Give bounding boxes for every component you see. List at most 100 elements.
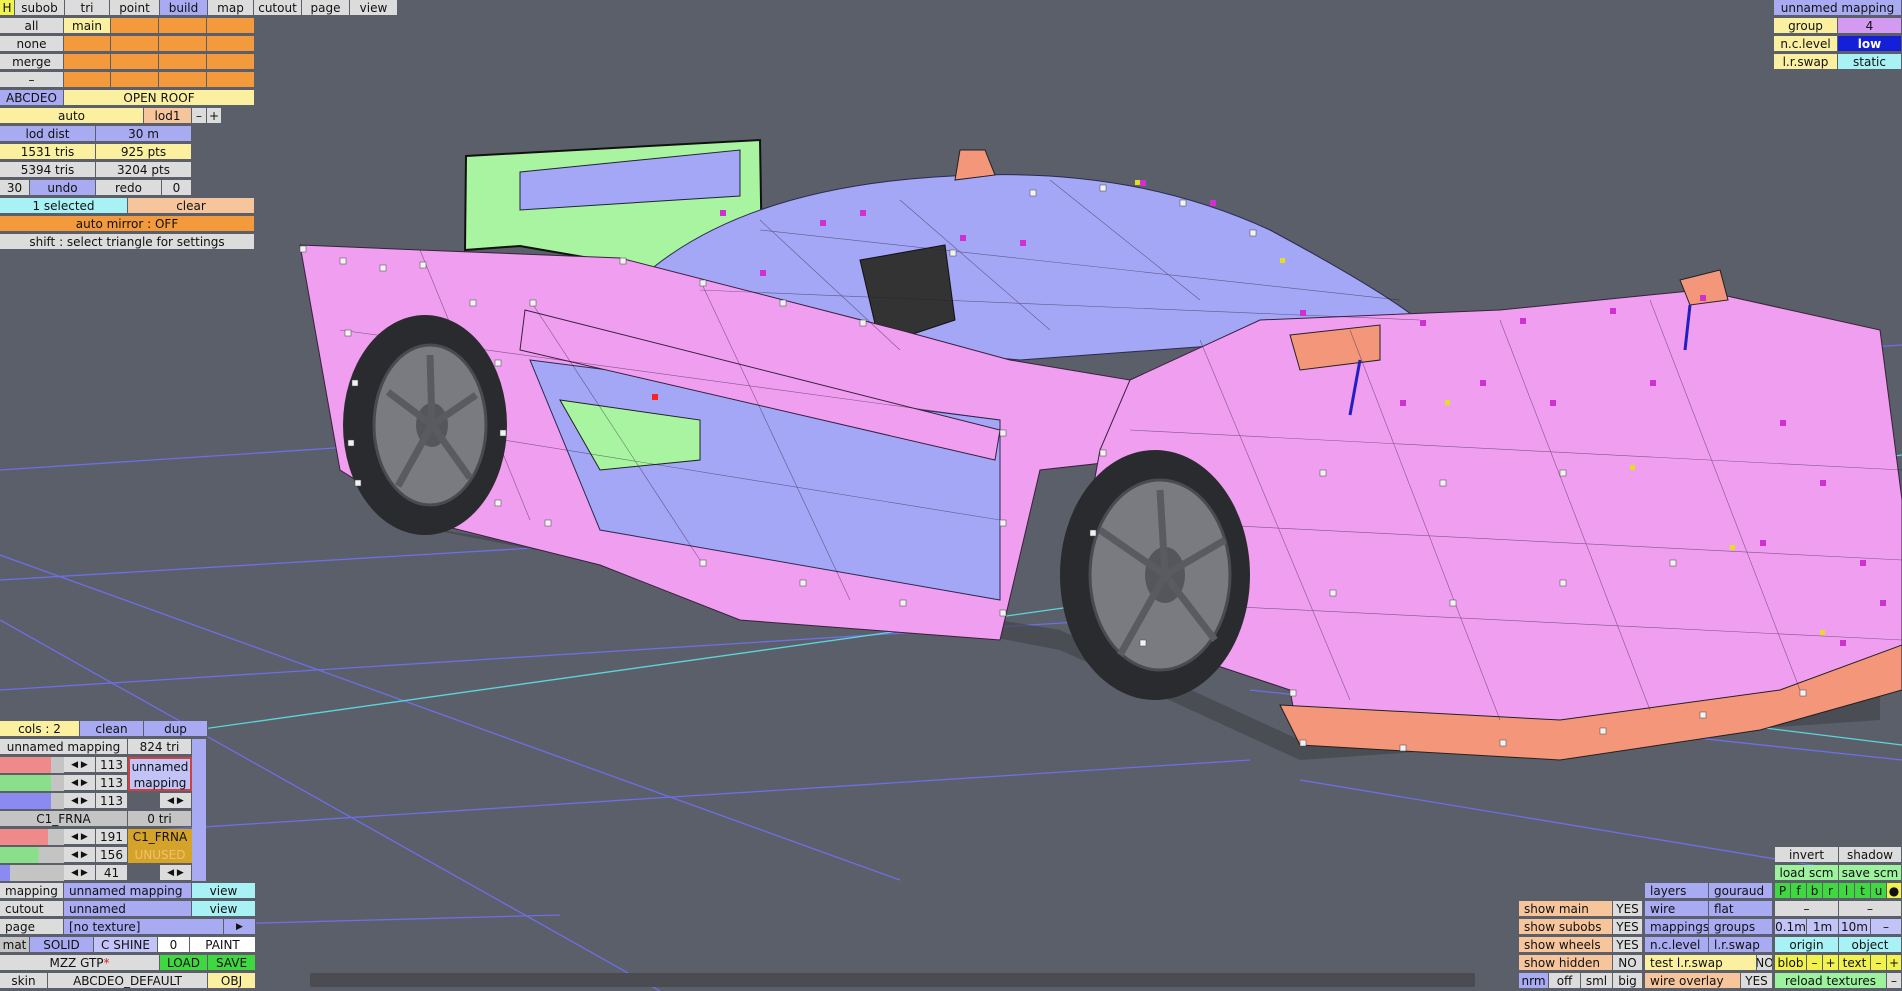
select-all-button[interactable]: all [0, 18, 64, 34]
layer-slot-7[interactable] [207, 36, 255, 52]
dist-1m-button[interactable]: 1m [1807, 919, 1839, 935]
layer-slot-12[interactable] [64, 72, 111, 88]
mapping-2-green-arrows[interactable]: ◀ ▶ [64, 847, 96, 863]
cutout-view-button[interactable]: view [192, 901, 256, 917]
layer-slot-8[interactable] [64, 54, 111, 70]
load-scm-button[interactable]: load scm [1775, 865, 1839, 881]
view-t-button[interactable]: t [1855, 883, 1871, 899]
view-r-button[interactable]: r [1823, 883, 1839, 899]
lod-dist-value[interactable]: 30 m [96, 126, 192, 142]
mapping-1-green-slider[interactable] [0, 775, 64, 791]
nc-level-value[interactable]: low [1838, 36, 1902, 52]
horizontal-scrollbar[interactable] [310, 973, 1475, 987]
tab-build[interactable]: build [160, 0, 208, 16]
save-button[interactable]: SAVE [208, 955, 256, 971]
off-button[interactable]: off [1549, 973, 1581, 989]
view-l-button[interactable]: l [1839, 883, 1855, 899]
layer-slot-10[interactable] [159, 54, 207, 70]
dup-button[interactable]: dup [144, 721, 208, 737]
skin-select[interactable]: ABCDEO_DEFAULT [48, 973, 208, 989]
mapping-2-preview-arrows[interactable]: ◀ ▶ [160, 865, 192, 881]
layer-slot-4[interactable] [64, 36, 111, 52]
dist-10m-button[interactable]: 10m [1839, 919, 1871, 935]
undo-button[interactable]: undo [30, 180, 96, 196]
main-layer-button[interactable]: main [64, 18, 111, 34]
layer-slot-9[interactable] [111, 54, 159, 70]
viewport-3d[interactable] [0, 0, 1902, 991]
flat-button[interactable]: flat [1709, 901, 1773, 917]
cshine-button[interactable]: C SHINE [94, 937, 158, 953]
mapping-2-green-slider[interactable] [0, 847, 64, 863]
page-select[interactable]: [no texture] [64, 919, 224, 935]
tab-view[interactable]: view [350, 0, 398, 16]
cutout-select[interactable]: unnamed [64, 901, 192, 917]
tab-map[interactable]: map [208, 0, 254, 16]
mapping-1-name[interactable]: unnamed mapping [0, 739, 128, 755]
text-plus-button[interactable]: + [1887, 955, 1902, 971]
mat-value[interactable]: 0 [158, 937, 190, 953]
shadow-button[interactable]: shadow [1839, 847, 1902, 863]
open-roof-button[interactable]: OPEN ROOF [64, 90, 255, 106]
lr-swap-view-button[interactable]: l.r.swap [1709, 937, 1773, 953]
groups-button[interactable]: groups [1709, 919, 1773, 935]
tab-page[interactable]: page [302, 0, 350, 16]
mapping-2-red-slider[interactable] [0, 829, 64, 845]
sml-button[interactable]: sml [1581, 973, 1613, 989]
mapping-2-red-arrows[interactable]: ◀ ▶ [64, 829, 96, 845]
view-b-button[interactable]: b [1807, 883, 1823, 899]
mapping-1-red-arrows[interactable]: ◀ ▶ [64, 757, 96, 773]
layer-slot-3[interactable] [207, 18, 255, 34]
text-minus-button[interactable]: – [1871, 955, 1887, 971]
layer-slot-15[interactable] [207, 72, 255, 88]
group-value[interactable]: 4 [1838, 18, 1902, 34]
dash-button-left[interactable]: – [1775, 901, 1839, 917]
tab-point[interactable]: point [110, 0, 160, 16]
dist-dash-button[interactable]: – [1871, 919, 1902, 935]
auto-lod-button[interactable]: auto [0, 108, 144, 124]
tab-tri[interactable]: tri [65, 0, 110, 16]
mapping-1-green-arrows[interactable]: ◀ ▶ [64, 775, 96, 791]
object-button[interactable]: object [1839, 937, 1902, 953]
gouraud-button[interactable]: gouraud [1709, 883, 1773, 899]
auto-mirror-toggle[interactable]: auto mirror : OFF [0, 216, 255, 232]
layer-slot-1[interactable] [111, 18, 159, 34]
origin-button[interactable]: origin [1775, 937, 1839, 953]
show-wheels-toggle[interactable]: YES [1613, 937, 1643, 953]
layer-slot-6[interactable] [159, 36, 207, 52]
layer-slot-5[interactable] [111, 36, 159, 52]
show-subobs-toggle[interactable]: YES [1613, 919, 1643, 935]
mapping-1-red-slider[interactable] [0, 757, 64, 773]
mapping-2-name[interactable]: C1_FRNA [0, 811, 128, 827]
blob-plus-button[interactable]: + [1823, 955, 1839, 971]
merge-button[interactable]: merge [0, 54, 64, 70]
layers-button[interactable]: layers [1645, 883, 1709, 899]
obj-button[interactable]: OBJ [208, 973, 256, 989]
layer-slot-14[interactable] [159, 72, 207, 88]
tab-h[interactable]: H [0, 0, 15, 16]
mapping-2-blue-slider[interactable] [0, 865, 64, 881]
reload-textures-button[interactable]: reload textures [1775, 973, 1887, 989]
wire-button[interactable]: wire [1645, 901, 1709, 917]
dash-button[interactable]: – [0, 72, 64, 88]
abcdeo-button[interactable]: ABCDEO [0, 90, 64, 106]
tab-cutout[interactable]: cutout [254, 0, 302, 16]
tab-subob[interactable]: subob [15, 0, 65, 16]
nc-level-view-button[interactable]: n.c.level [1645, 937, 1709, 953]
load-button[interactable]: LOAD [160, 955, 208, 971]
paint-button[interactable]: PAINT [190, 937, 256, 953]
solid-button[interactable]: SOLID [30, 937, 94, 953]
mapping-view-button[interactable]: view [192, 883, 256, 899]
big-button[interactable]: big [1613, 973, 1643, 989]
page-next-arrow[interactable]: ▶ [224, 919, 256, 935]
lod-minus-button[interactable]: – [192, 108, 207, 124]
clear-selection-button[interactable]: clear [128, 198, 255, 214]
mapping-2-blue-arrows[interactable]: ◀ ▶ [64, 865, 96, 881]
nrm-button[interactable]: nrm [1519, 973, 1549, 989]
wire-overlay-toggle[interactable]: YES [1741, 973, 1773, 989]
view-u-button[interactable]: u [1871, 883, 1887, 899]
layer-slot-13[interactable] [111, 72, 159, 88]
redo-button[interactable]: redo [96, 180, 162, 196]
blob-minus-button[interactable]: – [1807, 955, 1823, 971]
select-none-button[interactable]: none [0, 36, 64, 52]
show-main-toggle[interactable]: YES [1613, 901, 1643, 917]
